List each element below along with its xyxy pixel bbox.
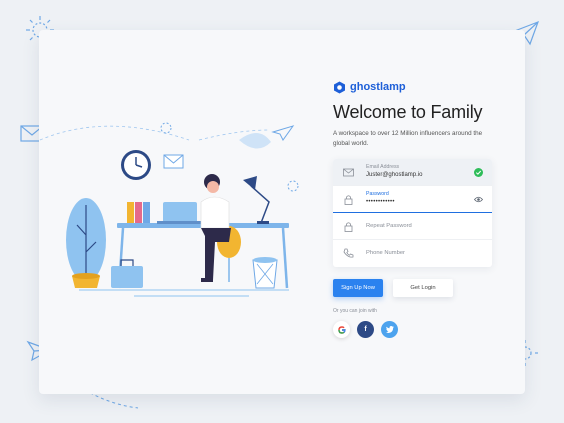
check-circle-icon: [474, 168, 483, 177]
repeat-password-field[interactable]: Repeat Password: [333, 213, 492, 240]
lock-icon: [344, 195, 353, 205]
google-icon: [337, 325, 346, 334]
password-field[interactable]: Password ••••••••••••: [333, 186, 492, 213]
signup-panel: ghostlamp Welcome to Family A workspace …: [333, 78, 503, 338]
password-label: Password: [366, 191, 389, 197]
action-buttons: Sign Up Now Get Login: [333, 279, 503, 297]
social-buttons: f: [333, 321, 503, 338]
brand[interactable]: ghostlamp: [333, 78, 503, 96]
workspace-illustration: [39, 122, 299, 297]
brand-name: ghostlamp: [350, 81, 406, 93]
lock-icon: [344, 222, 353, 232]
ghostlamp-logo-icon: [334, 81, 345, 93]
phone-field[interactable]: Phone Number: [333, 240, 492, 267]
signup-card: ghostlamp Welcome to Family A workspace …: [39, 30, 525, 394]
signup-form: Email Address Juster@ghostlamp.io Passwo…: [333, 159, 492, 267]
login-button[interactable]: Get Login: [393, 279, 453, 297]
twitter-button[interactable]: [381, 321, 398, 338]
email-value: Juster@ghostlamp.io: [366, 172, 423, 178]
email-label: Email Address: [366, 164, 400, 170]
twitter-icon: [385, 326, 394, 333]
repeat-password-placeholder: Repeat Password: [366, 223, 412, 229]
social-label: Or you can join with: [333, 308, 377, 314]
google-button[interactable]: [333, 321, 350, 338]
password-value: ••••••••••••: [366, 199, 395, 205]
facebook-icon: f: [364, 326, 367, 333]
email-field[interactable]: Email Address Juster@ghostlamp.io: [333, 159, 492, 186]
page-title: Welcome to Family: [333, 102, 483, 122]
eye-icon[interactable]: [474, 195, 483, 204]
facebook-button[interactable]: f: [357, 321, 374, 338]
phone-placeholder: Phone Number: [366, 250, 405, 256]
mail-icon: [343, 168, 354, 177]
page-subtitle: A workspace to over 12 Million influence…: [333, 130, 483, 147]
sign-up-button[interactable]: Sign Up Now: [333, 279, 383, 297]
phone-icon: [343, 248, 354, 258]
